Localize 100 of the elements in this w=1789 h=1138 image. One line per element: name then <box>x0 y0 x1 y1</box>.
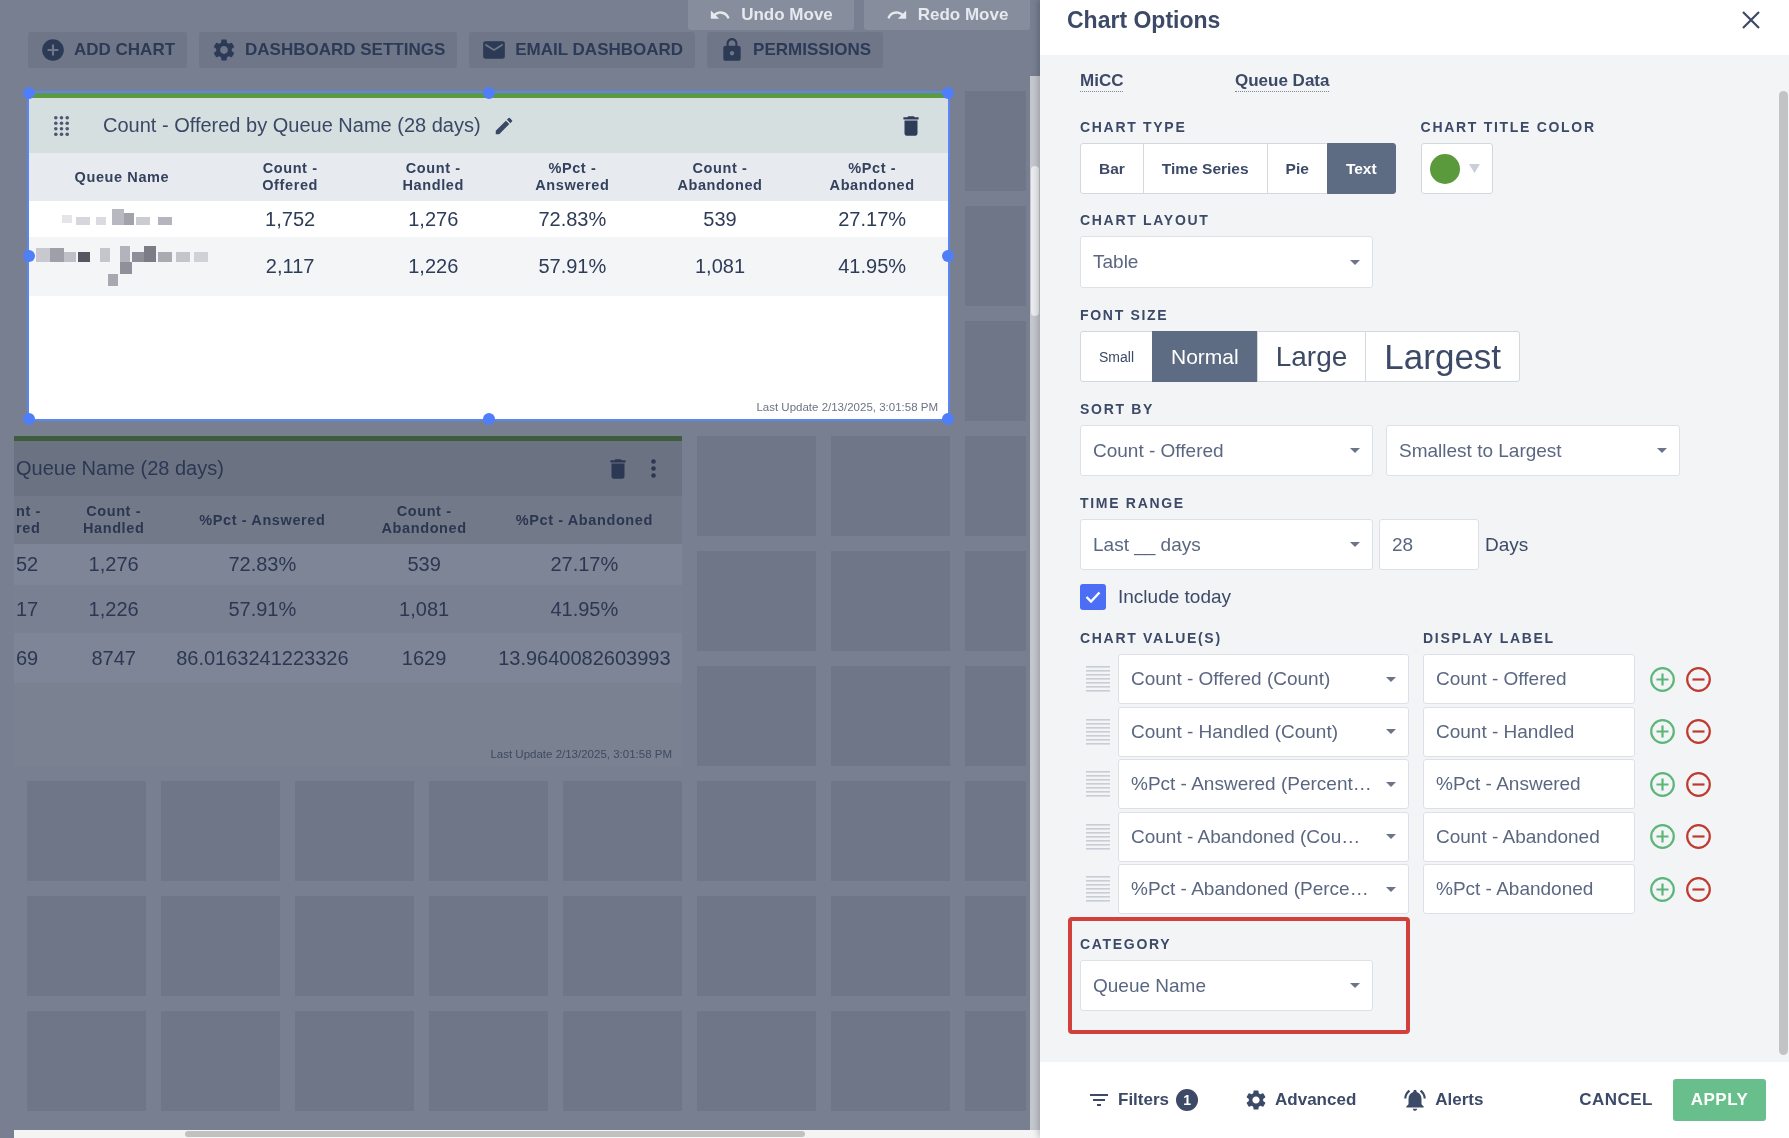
column-header: %Pct - Abandoned <box>514 511 654 529</box>
plus-circle-icon[interactable] <box>1650 824 1675 849</box>
chart-layout-dropdown[interactable]: Table <box>1080 236 1373 288</box>
display-label-input[interactable]: Count - Abandoned <box>1423 811 1635 862</box>
font-size-option[interactable]: Large <box>1256 331 1367 382</box>
caret-icon <box>1386 729 1396 734</box>
column-header: Queue Name <box>73 168 171 186</box>
table-cell-text: 1,226 <box>87 597 140 621</box>
cancel-button[interactable]: CANCEL <box>1579 1082 1653 1118</box>
table-cell-text: 1,081 <box>398 597 451 621</box>
chart-value-dropdown[interactable]: %Pct - Abandoned (Perce… <box>1118 864 1409 914</box>
alerts-button[interactable]: Alerts <box>1402 1087 1484 1113</box>
resize-handle[interactable] <box>482 87 495 99</box>
checkbox[interactable] <box>1080 584 1106 610</box>
sort-field-dropdown[interactable]: Count - Offered <box>1080 425 1373 476</box>
display-label-input[interactable]: %Pct - Answered <box>1423 759 1635 809</box>
font-size-option[interactable]: Normal <box>1152 331 1258 382</box>
table-cell-text: 8747 <box>90 646 137 670</box>
table-cell-text: 86.0163241223326 <box>175 646 350 670</box>
card-title: Count - Offered by Queue Name (28 days) <box>103 114 481 137</box>
caret-icon <box>1350 542 1360 547</box>
drag-handle-icon[interactable] <box>1086 666 1110 692</box>
days-input[interactable]: 28 <box>1379 519 1479 570</box>
drag-handle-icon[interactable] <box>1086 876 1110 902</box>
category-dropdown[interactable]: Queue Name <box>1080 960 1373 1011</box>
table-cell-text: 1,276 <box>87 553 140 576</box>
vertical-scrollbar[interactable] <box>1030 76 1040 1130</box>
caret-icon <box>1350 983 1360 988</box>
caret-icon <box>1386 781 1396 787</box>
checkbox-label: Include today <box>1118 586 1232 608</box>
field-label: FONT SIZE <box>1080 307 1170 323</box>
table-cell-text: 57.91% <box>537 255 608 278</box>
vertical-scrollbar[interactable] <box>1779 91 1788 1055</box>
caret-icon <box>1386 834 1396 839</box>
drag-handle-icon[interactable] <box>1086 771 1110 797</box>
minus-circle-icon[interactable] <box>1686 719 1711 744</box>
chart-type-option[interactable]: Time Series <box>1142 143 1268 194</box>
table-cell-text: 539 <box>702 207 738 231</box>
chart-type-option[interactable]: Pie <box>1266 143 1328 194</box>
table-cell-text: 52 <box>15 553 40 576</box>
field-label: CATEGORY <box>1080 936 1173 952</box>
font-size-option[interactable]: Largest <box>1365 331 1521 382</box>
table-cell-text: 1,081 <box>693 255 747 278</box>
minus-circle-icon[interactable] <box>1686 824 1711 849</box>
plus-circle-icon[interactable] <box>1650 771 1675 797</box>
chart-type-option[interactable]: Bar <box>1080 143 1144 194</box>
chart-value-dropdown[interactable]: Count - Abandoned (Cou… <box>1118 811 1409 862</box>
table-cell-text: 1,276 <box>407 207 460 231</box>
table-cell-text: 17 <box>15 597 40 621</box>
chart-value-dropdown[interactable]: %Pct - Answered (Percent… <box>1118 759 1409 809</box>
plus-circle-icon[interactable] <box>1650 719 1675 744</box>
table-cell-text: 72.83% <box>227 553 298 576</box>
color-picker[interactable] <box>1420 143 1493 194</box>
caret-icon <box>1386 886 1396 892</box>
minus-circle-icon[interactable] <box>1686 771 1711 797</box>
display-label-input[interactable]: Count - Handled <box>1423 706 1635 757</box>
table-cell-text: 41.95% <box>837 255 908 278</box>
plus-circle-icon[interactable] <box>1650 666 1675 692</box>
column-header: Count - Abandoned <box>380 503 468 537</box>
field-label: DISPLAY LABEL <box>1423 630 1556 646</box>
table-cell-text: 72.83% <box>537 207 608 231</box>
column-header: Count - Abandoned <box>676 160 764 194</box>
advanced-button[interactable]: Advanced <box>1244 1088 1357 1112</box>
chart-value-dropdown[interactable]: Count - Handled (Count) <box>1118 706 1409 757</box>
time-range-dropdown[interactable]: Last __ days <box>1080 519 1373 570</box>
panel-title: Chart Options <box>1067 6 1221 34</box>
resize-handle[interactable] <box>942 87 954 99</box>
filters-button[interactable]: Filters 1 <box>1087 1088 1199 1112</box>
plus-circle-icon[interactable] <box>1650 876 1675 902</box>
table-cell-text: 41.95% <box>549 597 620 621</box>
horizontal-scrollbar[interactable] <box>14 1130 1040 1138</box>
sort-order-dropdown[interactable]: Smallest to Largest <box>1386 425 1680 476</box>
resize-handle[interactable] <box>23 250 35 262</box>
chart-value-dropdown[interactable]: Count - Offered (Count) <box>1118 654 1409 704</box>
resize-handle[interactable] <box>23 413 35 425</box>
kebab-menu-icon[interactable] <box>651 459 656 478</box>
resize-handle[interactable] <box>942 413 954 425</box>
resize-handle[interactable] <box>23 87 35 99</box>
field-label: CHART VALUE(S) <box>1080 630 1223 646</box>
data-source-link[interactable]: Queue Data <box>1235 70 1330 92</box>
data-source-link[interactable]: MiCC <box>1080 70 1124 92</box>
field-label: SORT BY <box>1080 401 1156 417</box>
chart-type-option[interactable]: Text <box>1326 143 1396 194</box>
display-label-input[interactable]: %Pct - Abandoned <box>1423 864 1635 914</box>
column-header: %Pct - Abandoned <box>828 160 916 194</box>
table-cell-text: 1,226 <box>407 255 460 278</box>
caret-icon <box>1350 259 1360 265</box>
table-cell-text: 1629 <box>400 646 448 670</box>
drag-grid-icon[interactable] <box>54 115 69 136</box>
display-label-input[interactable]: Count - Offered <box>1423 654 1635 704</box>
close-icon[interactable] <box>1742 11 1760 29</box>
font-size-option[interactable]: Small <box>1080 331 1153 382</box>
field-label: CHART TITLE COLOR <box>1420 119 1596 135</box>
minus-circle-icon[interactable] <box>1686 666 1711 692</box>
minus-circle-icon[interactable] <box>1686 876 1711 902</box>
drag-handle-icon[interactable] <box>1086 718 1110 745</box>
field-label: CHART LAYOUT <box>1080 212 1211 228</box>
drag-handle-icon[interactable] <box>1086 823 1110 850</box>
resize-handle[interactable] <box>482 413 495 425</box>
caret-icon <box>1468 164 1480 173</box>
